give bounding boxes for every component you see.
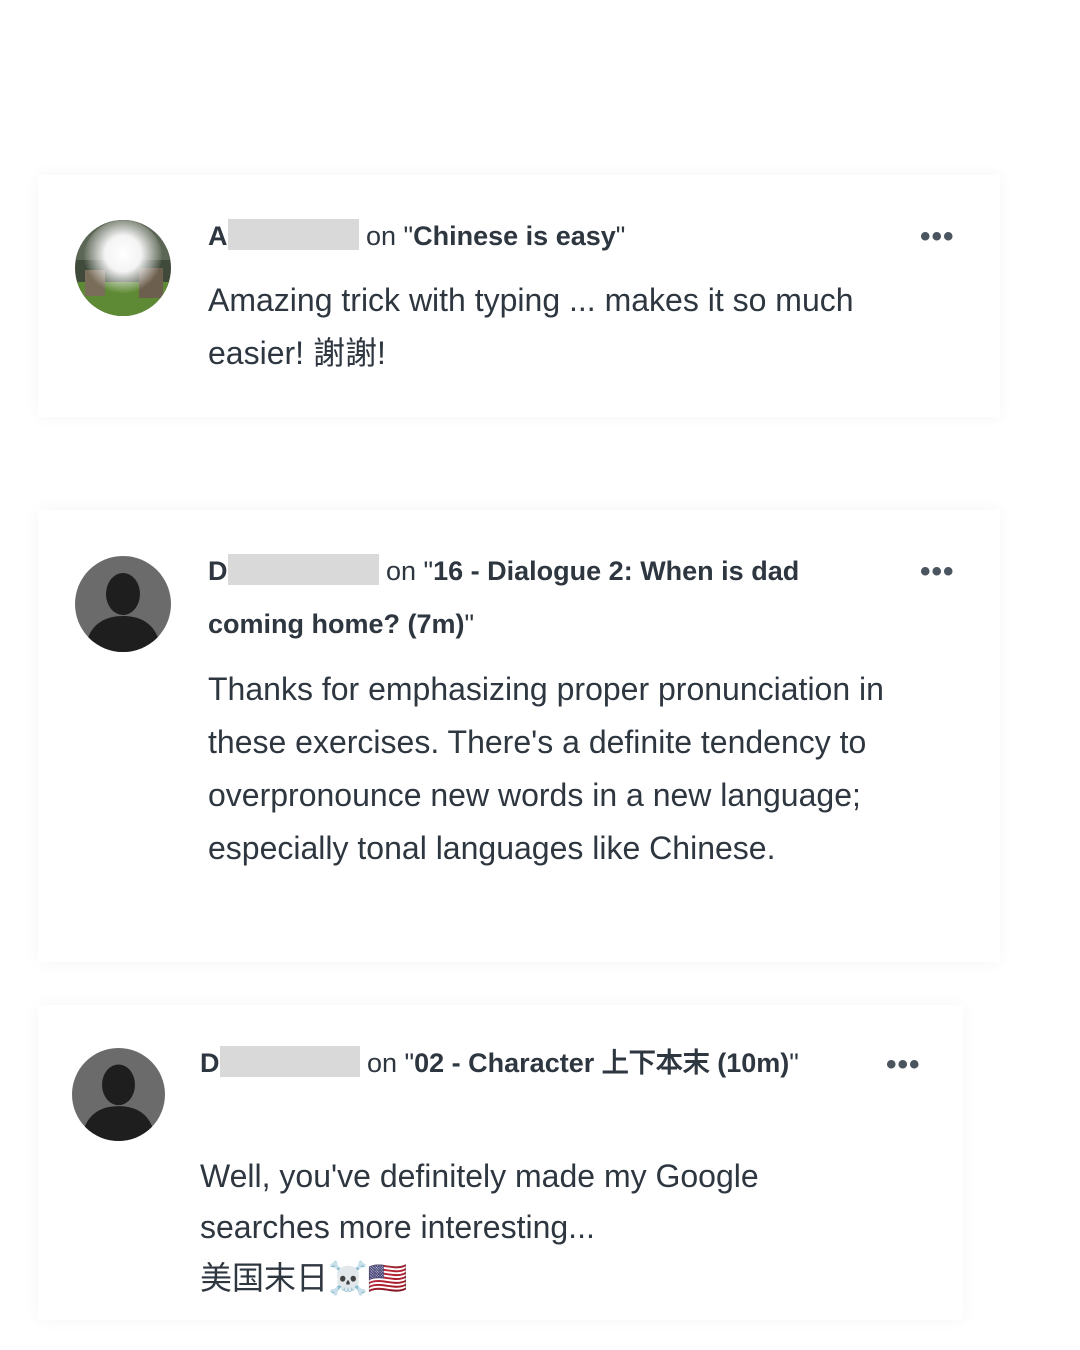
author-initial[interactable]: D	[200, 1048, 220, 1078]
redacted-author-name	[219, 1046, 360, 1077]
default-user-avatar-icon	[75, 556, 171, 652]
comment-card: D on "16 - Dialogue 2: When is dad comin…	[38, 510, 1000, 962]
post-title-link[interactable]: 02 - Character 上下本末 (10m)	[414, 1048, 789, 1078]
more-options-icon[interactable]: •••	[886, 1050, 921, 1080]
user-avatar[interactable]	[75, 220, 171, 316]
close-quote: "	[789, 1048, 799, 1078]
user-avatar[interactable]	[75, 556, 171, 652]
redacted-author-name	[227, 554, 379, 585]
default-user-avatar-icon	[72, 1048, 165, 1141]
on-label: on "	[367, 1048, 415, 1078]
redacted-author-name	[227, 219, 359, 250]
on-label: on "	[366, 221, 414, 251]
more-options-icon[interactable]: •••	[920, 222, 955, 252]
on-label: on "	[386, 556, 434, 586]
comment-body: Amazing trick with typing ... makes it s…	[208, 282, 854, 371]
post-title-link[interactable]: Chinese is easy	[413, 221, 616, 251]
comment-card: A on "Chinese is easy" ••• Amazing trick…	[38, 175, 1000, 417]
author-initial[interactable]: D	[208, 556, 228, 586]
user-avatar[interactable]	[72, 1048, 165, 1141]
close-quote: "	[464, 609, 475, 639]
user-photo-avatar-icon	[75, 220, 171, 316]
more-options-icon[interactable]: •••	[920, 557, 955, 587]
comment-header: D on "16 - Dialogue 2: When is dad comin…	[208, 545, 888, 651]
comment-header: A on "Chinese is easy"	[208, 210, 888, 263]
comment-card: D on "02 - Character 上下本末 (10m)" ••• Wel…	[38, 1005, 963, 1320]
comment-header: D on "02 - Character 上下本末 (10m)"	[200, 1038, 800, 1088]
close-quote: "	[615, 221, 626, 251]
author-initial[interactable]: A	[208, 221, 228, 251]
comment-body: Well, you've definitely made my Google s…	[200, 1158, 759, 1296]
comment-body: Thanks for emphasizing proper pronunciat…	[208, 671, 884, 866]
